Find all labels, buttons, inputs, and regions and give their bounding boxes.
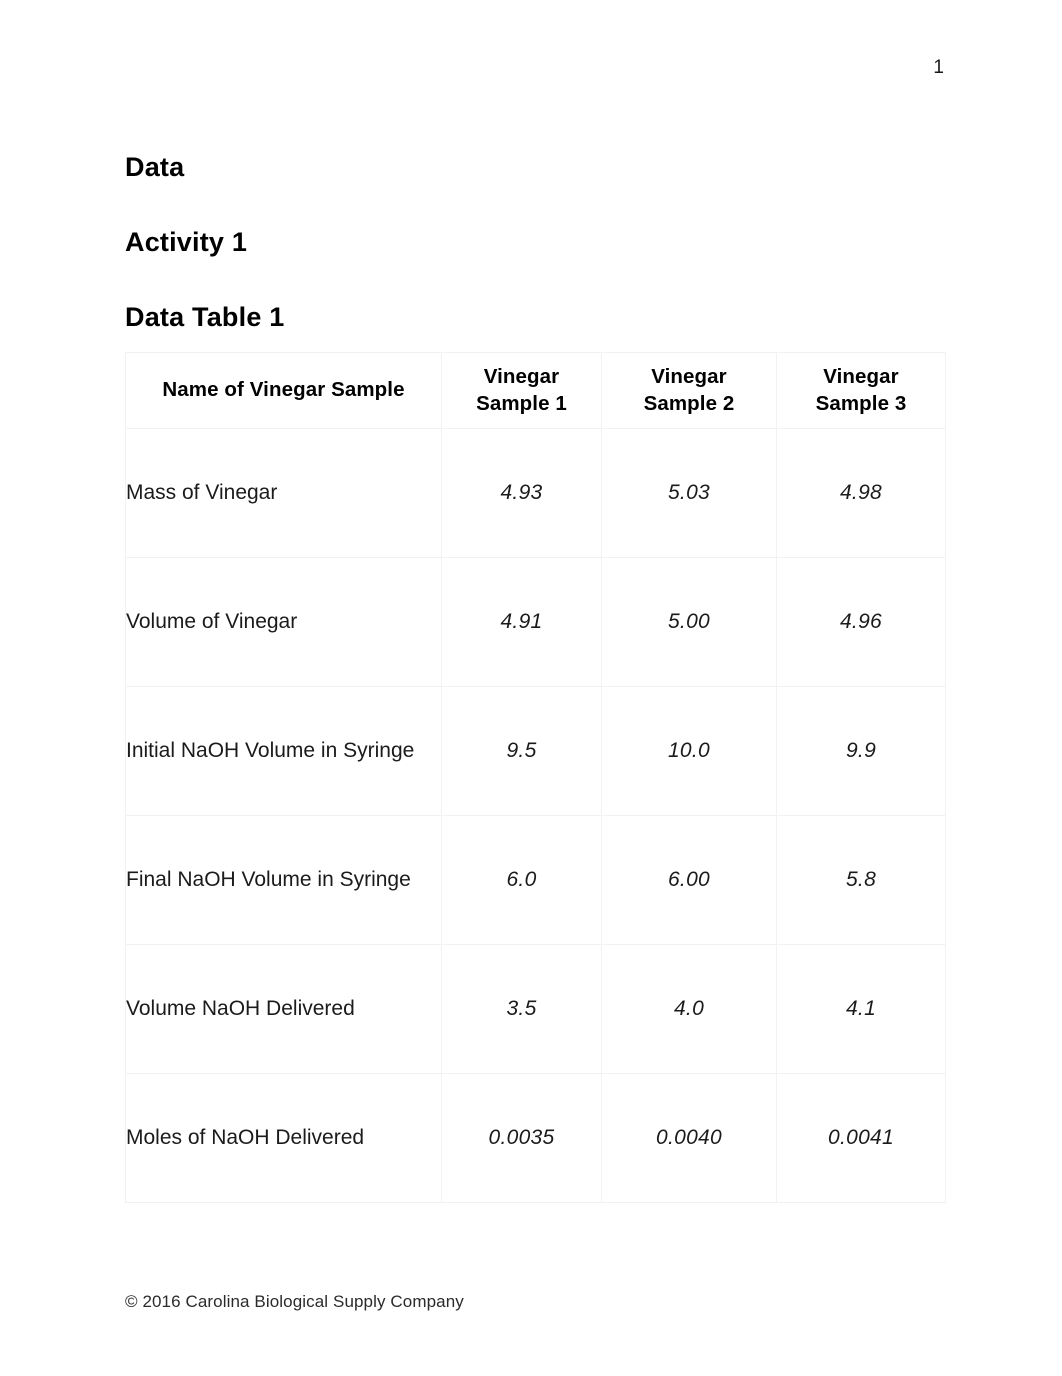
cell-sample-3: 0.0041 xyxy=(776,1073,946,1203)
table-row: Volume NaOH Delivered 3.5 4.0 4.1 xyxy=(125,944,946,1074)
column-header-line-2: Sample 3 xyxy=(815,391,907,415)
column-header-line-1: Vinegar xyxy=(651,365,727,389)
column-header-vinegar-sample-1: Vinegar Sample 1 xyxy=(441,352,602,429)
cell-sample-1: 9.5 xyxy=(441,686,602,816)
document-page: 1 Data Activity 1 Data Table 1 Name of V… xyxy=(0,0,1062,1376)
data-table-container: Name of Vinegar Sample Vinegar Sample 1 … xyxy=(125,352,946,1203)
cell-sample-2: 0.0040 xyxy=(601,1073,777,1203)
column-header-line-1: Vinegar xyxy=(483,365,560,389)
cell-sample-1: 3.5 xyxy=(441,944,602,1074)
data-table-heading: Data Table 1 xyxy=(125,302,285,333)
table-body: Mass of Vinegar 4.93 5.03 4.98 Volume of… xyxy=(125,428,946,1203)
data-table-1: Name of Vinegar Sample Vinegar Sample 1 … xyxy=(125,352,946,1203)
column-header-line-1: Vinegar xyxy=(823,365,899,389)
row-label: Initial NaOH Volume in Syringe xyxy=(125,686,442,816)
page-number: 1 xyxy=(933,57,944,78)
row-label: Mass of Vinegar xyxy=(125,428,442,558)
page-title: Data xyxy=(125,152,185,182)
row-label: Moles of NaOH Delivered xyxy=(125,1073,442,1203)
cell-sample-2: 4.0 xyxy=(601,944,777,1074)
cell-sample-2: 5.03 xyxy=(601,428,777,558)
column-header-vinegar-sample-3: Vinegar Sample 3 xyxy=(776,352,946,429)
table-row: Mass of Vinegar 4.93 5.03 4.98 xyxy=(125,428,946,558)
cell-sample-2: 6.00 xyxy=(601,815,777,945)
activity-heading: Activity 1 xyxy=(125,227,248,258)
table-row: Moles of NaOH Delivered 0.0035 0.0040 0.… xyxy=(125,1073,946,1203)
row-label: Volume NaOH Delivered xyxy=(125,944,442,1074)
cell-sample-2: 5.00 xyxy=(601,557,777,687)
footer-copyright: © 2016 Carolina Biological Supply Compan… xyxy=(125,1292,464,1311)
table-header: Name of Vinegar Sample Vinegar Sample 1 … xyxy=(125,352,946,429)
cell-sample-3: 9.9 xyxy=(776,686,946,816)
column-header-vinegar-sample-2: Vinegar Sample 2 xyxy=(601,352,777,429)
table-row: Volume of Vinegar 4.91 5.00 4.96 xyxy=(125,557,946,687)
column-header-line-2: Sample 2 xyxy=(643,391,735,415)
column-header-line-2: Sample 1 xyxy=(476,391,567,415)
cell-sample-3: 4.96 xyxy=(776,557,946,687)
column-header-name-of-vinegar-sample: Name of Vinegar Sample xyxy=(125,352,442,429)
row-label: Volume of Vinegar xyxy=(125,557,442,687)
cell-sample-3: 4.1 xyxy=(776,944,946,1074)
row-label: Final NaOH Volume in Syringe xyxy=(125,815,442,945)
cell-sample-1: 4.91 xyxy=(441,557,602,687)
cell-sample-1: 4.93 xyxy=(441,428,602,558)
cell-sample-3: 5.8 xyxy=(776,815,946,945)
cell-sample-2: 10.0 xyxy=(601,686,777,816)
cell-sample-3: 4.98 xyxy=(776,428,946,558)
table-header-row: Name of Vinegar Sample Vinegar Sample 1 … xyxy=(125,352,946,429)
cell-sample-1: 0.0035 xyxy=(441,1073,602,1203)
headings-block: Data Activity 1 Data Table 1 xyxy=(125,152,925,333)
table-row: Final NaOH Volume in Syringe 6.0 6.00 5.… xyxy=(125,815,946,945)
table-row: Initial NaOH Volume in Syringe 9.5 10.0 … xyxy=(125,686,946,816)
cell-sample-1: 6.0 xyxy=(441,815,602,945)
